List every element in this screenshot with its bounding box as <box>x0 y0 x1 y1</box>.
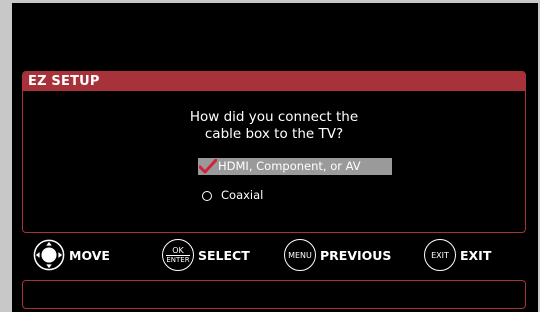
enter-text: ENTER <box>166 254 190 264</box>
dpad-icon <box>33 239 65 271</box>
menu-button-icon: MENU <box>284 239 316 271</box>
setup-question: How did you connect the cable box to the… <box>189 109 359 142</box>
tv-screen: EZ SETUP How did you connect the cable b… <box>12 3 538 312</box>
nav-exit[interactable]: EXIT EXIT <box>424 237 491 273</box>
nav-move[interactable]: MOVE <box>33 237 110 273</box>
nav-exit-label: EXIT <box>460 247 492 263</box>
nav-previous-label: PREVIOUS <box>320 247 392 263</box>
info-bar <box>22 280 526 309</box>
ok-enter-button-icon: OK ENTER <box>162 239 194 271</box>
nav-move-label: MOVE <box>69 247 110 263</box>
checkmark-icon <box>198 158 218 175</box>
exit-button-icon: EXIT <box>424 239 456 271</box>
option-coaxial[interactable]: Coaxial <box>198 187 263 204</box>
ez-setup-panel: EZ SETUP How did you connect the cable b… <box>22 71 526 233</box>
option-hdmi[interactable]: HDMI, Component, or AV <box>198 158 392 175</box>
nav-select-label: SELECT <box>198 247 250 263</box>
option-label: Coaxial <box>221 188 264 202</box>
nav-previous[interactable]: MENU PREVIOUS <box>284 237 391 273</box>
remote-nav-bar: MOVE OK ENTER SELECT MENU PREVIOUS EXIT … <box>12 237 538 273</box>
ok-text: OK <box>172 245 184 255</box>
option-label: HDMI, Component, or AV <box>218 159 361 173</box>
nav-select[interactable]: OK ENTER SELECT <box>162 237 250 273</box>
radio-icon <box>202 190 212 201</box>
panel-title: EZ SETUP <box>23 72 525 91</box>
